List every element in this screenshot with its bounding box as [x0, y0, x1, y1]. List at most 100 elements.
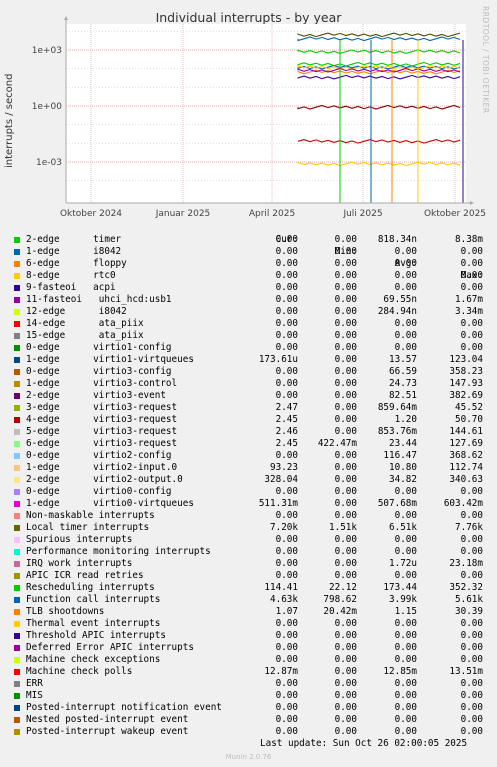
- legend-avg: 0.00: [394, 330, 417, 341]
- legend-swatch: [14, 309, 20, 315]
- legend-swatch: [14, 285, 20, 291]
- legend-max: 0.00: [460, 630, 483, 641]
- legend-row: Performance monitoring interrupts 0.00 0.0…: [0, 546, 497, 558]
- x-tick-label: Oktober 2024: [60, 209, 122, 219]
- x-tick-label: Januar 2025: [155, 209, 211, 219]
- legend-name: 1-edge virtio3-control: [26, 378, 178, 389]
- legend-name: Nested posted-interrupt event: [26, 714, 189, 725]
- legend-swatch: [14, 249, 20, 255]
- legend-swatch: [14, 633, 20, 639]
- legend-swatch: [14, 237, 20, 243]
- legend-max: 112.74: [449, 462, 483, 473]
- legend-max: 358.23: [449, 366, 483, 377]
- legend-avg: 0.00: [394, 282, 417, 293]
- legend-swatch: [14, 621, 20, 627]
- legend-max: 45.52: [455, 402, 483, 413]
- munin-version: Munin 2.0.76: [225, 753, 272, 761]
- x-tick-label: April 2025: [249, 209, 295, 219]
- legend-max: 0.00: [460, 702, 483, 713]
- interrupts-chart: 1e+03 1e+00 1e-03 Oktober 2024 Januar 2025 Ap…: [32, 16, 486, 219]
- legend-max: 340.63: [449, 474, 483, 485]
- legend-name: 0-edge virtio0-config: [26, 486, 172, 497]
- legend-avg: 0.00: [394, 510, 417, 521]
- legend-avg: 859.64m: [377, 402, 417, 413]
- x-axis-arrow: [470, 201, 474, 205]
- legend-name: 3-edge virtio3-request: [26, 402, 178, 413]
- legend-row: Function call interrupts 4.63k 798.62 3.99k…: [0, 594, 497, 606]
- legend-row: 0-edge virtio3-config 0.00 0.00 66.59 358.23: [0, 366, 497, 378]
- legend-avg: 0.00: [394, 630, 417, 641]
- legend-swatch: [14, 513, 20, 519]
- legend-max: 144.61: [449, 426, 483, 437]
- plot-area: [66, 24, 466, 203]
- legend-row: APIC ICR read retries 0.00 0.00 0.00 0.00: [0, 570, 497, 582]
- legend-swatch: [14, 465, 20, 471]
- legend-name: 6-edge virtio3-request: [26, 438, 178, 449]
- legend-max: 127.69: [449, 438, 483, 449]
- legend-avg: 507.68m: [377, 498, 417, 509]
- legend-row: 1-edge virtio1-virtqueues 173.61u 0.00 13.5…: [0, 354, 497, 366]
- legend-avg: 1.72u: [389, 558, 417, 569]
- legend-avg: 69.55n: [383, 294, 417, 305]
- legend-name: APIC ICR read retries: [26, 570, 144, 581]
- legend-swatch: [14, 333, 20, 339]
- legend-row: Local timer interrupts 7.20k 1.51k 6.51k 7.7…: [0, 522, 497, 534]
- legend-swatch: [14, 441, 20, 447]
- legend-row: 1-edge i8042 0.00 0.00 0.00 0.00: [0, 246, 497, 258]
- legend-swatch: [14, 321, 20, 327]
- legend-avg: 10.80: [389, 462, 417, 473]
- legend-swatch: [14, 549, 20, 555]
- legend-row: ERR 0.00 0.00 0.00 0.00: [0, 678, 497, 690]
- legend-avg: 0.00: [394, 318, 417, 329]
- legend-name: Posted-interrupt wakeup event: [26, 726, 189, 737]
- legend-row: Deferred Error APIC interrupts 0.00 0.00 0.…: [0, 642, 497, 654]
- legend-name: 5-edge virtio3-request: [26, 426, 178, 437]
- legend-name: Function call interrupts: [26, 594, 161, 605]
- legend-swatch: [14, 525, 20, 531]
- legend-max: 13.51m: [449, 666, 483, 677]
- legend-max: 0.00: [460, 534, 483, 545]
- legend-avg: 0.00: [394, 486, 417, 497]
- legend-row: Non-maskable interrupts 0.00 0.00 0.00 0.00: [0, 510, 497, 522]
- legend-swatch: [14, 405, 20, 411]
- legend-row: Thermal event interrupts 0.00 0.00 0.00 0.00: [0, 618, 497, 630]
- legend-swatch: [14, 573, 20, 579]
- x-tick-label: Oktober 2025: [424, 209, 486, 219]
- legend-max: 0.00: [460, 246, 483, 257]
- legend-name: Local timer interrupts: [26, 522, 150, 533]
- legend-max: 8.38m: [455, 234, 483, 245]
- legend-swatch: [14, 561, 20, 567]
- legend-avg: 853.76m: [377, 426, 417, 437]
- legend-name: 1-edge virtio1-virtqueues: [26, 354, 194, 365]
- legend-name: Machine check polls: [26, 666, 133, 677]
- legend-name: Thermal event interrupts: [26, 618, 161, 629]
- legend-name: Deferred Error APIC interrupts: [26, 642, 194, 653]
- legend-max: 0.00: [460, 678, 483, 689]
- legend-row: Machine check polls 12.87m 0.00 12.85m 13.51…: [0, 666, 497, 678]
- legend-max: 0.00: [460, 318, 483, 329]
- legend-row: 8-edge rtc0 0.00 0.00 0.00 0.00: [0, 270, 497, 282]
- legend-avg: 0.00: [394, 714, 417, 725]
- legend-max: 0.00: [460, 690, 483, 701]
- legend-row: 12-edge i8042 0.00 0.00 284.94n 3.34m: [0, 306, 497, 318]
- legend-swatch: [14, 693, 20, 699]
- legend-max: 123.04: [449, 354, 483, 365]
- legend-row: Machine check exceptions 0.00 0.00 0.00 0.00: [0, 654, 497, 666]
- legend-swatch: [14, 585, 20, 591]
- legend-max: 0.00: [460, 330, 483, 341]
- legend-avg: 0.00: [394, 618, 417, 629]
- legend-table: Cur: Min: Avg: Max: 2-edge timer 0.00 0.00…: [0, 222, 497, 738]
- legend-swatch: [14, 417, 20, 423]
- legend-name: 1-edge virtio0-virtqueues: [26, 498, 194, 509]
- legend-swatch: [14, 609, 20, 615]
- legend-max: 0.00: [460, 342, 483, 353]
- legend-avg: 1.20: [394, 414, 417, 425]
- legend-name: 15-edge ata_piix: [26, 330, 144, 341]
- last-update: Last update: Sun Oct 26 02:00:05 2025: [260, 738, 468, 749]
- legend-avg: 818.34n: [377, 234, 417, 245]
- legend-row: 11-fasteoi uhci_hcd:usb1 0.00 0.00 69.55n 1.…: [0, 294, 497, 306]
- legend-row: 2-edge timer 0.00 0.00 818.34n 8.38m: [0, 234, 497, 246]
- legend-max: 352.32: [449, 582, 483, 593]
- legend-max: 3.34m: [455, 306, 483, 317]
- legend-max: 0.00: [460, 510, 483, 521]
